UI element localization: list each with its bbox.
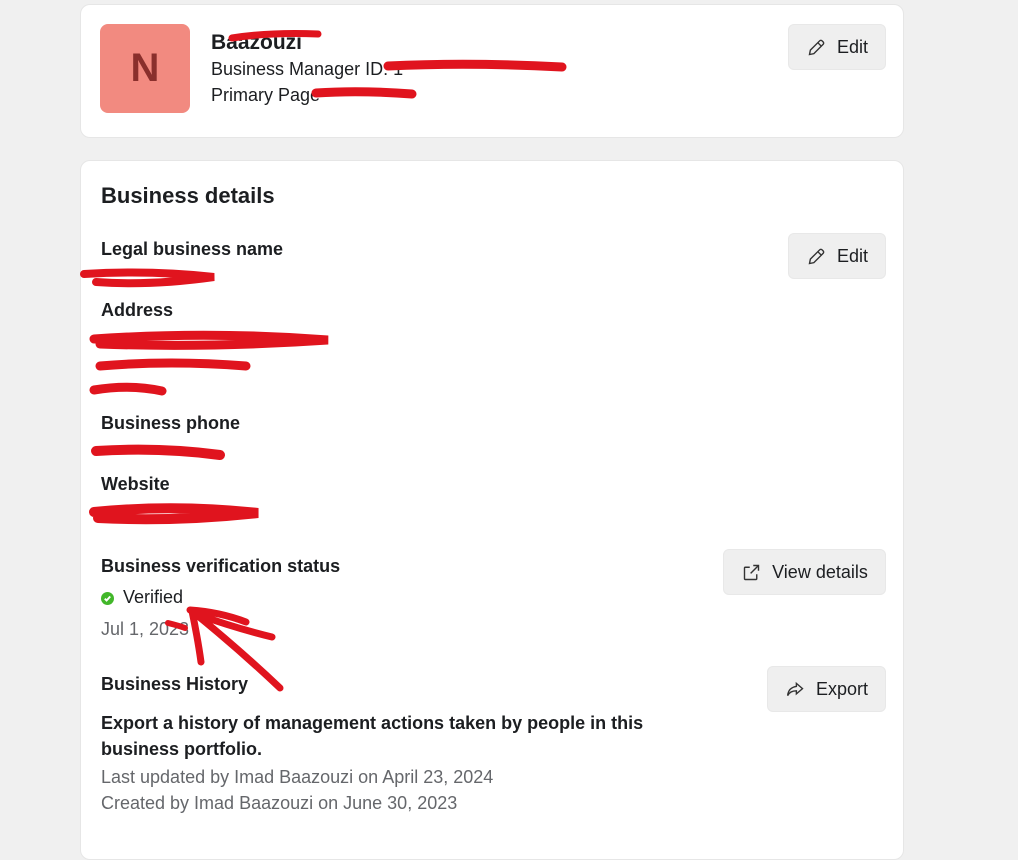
- verification-status: Verified: [123, 587, 184, 607]
- business-name: Baazouzi: [211, 31, 303, 54]
- verification-status-label: Business verification status: [101, 556, 341, 576]
- business-manager-id: Business Manager ID: 1: [211, 59, 404, 79]
- business-avatar: N: [100, 24, 190, 113]
- view-details-label: View details: [772, 561, 868, 582]
- business-profile-card: N Baazouzi Business Manager ID: 1 Primar…: [80, 4, 904, 138]
- created-text: Created by Imad Baazouzi on June 30, 202…: [101, 793, 458, 813]
- share-arrow-icon: [786, 681, 804, 696]
- section-heading: Business details: [101, 183, 275, 208]
- export-label: Export: [815, 678, 869, 699]
- primary-page: Primary Page: [211, 85, 321, 105]
- business-history-description: Export a history of management actions t…: [101, 713, 644, 759]
- legal-business-name-label: Legal business name: [101, 239, 284, 259]
- address-label: Address: [101, 300, 174, 320]
- pencil-icon: [808, 39, 825, 55]
- verification-date: Jul 1, 2023: [101, 619, 190, 639]
- verified-status-dot: [101, 592, 114, 605]
- business-details-card: Business details Edit Legal business nam…: [80, 160, 904, 860]
- last-updated-text: Last updated by Imad Baazouzi on April 2…: [101, 767, 494, 787]
- business-history-label: Business History: [101, 674, 249, 694]
- edit-profile-button[interactable]: Edit: [788, 24, 886, 70]
- external-link-icon: [743, 564, 760, 580]
- edit-label: Edit: [836, 36, 869, 57]
- website-label: Website: [101, 474, 170, 494]
- view-details-button[interactable]: View details: [723, 549, 886, 595]
- check-icon: [104, 595, 111, 602]
- edit-details-button[interactable]: Edit: [788, 233, 886, 279]
- avatar-initial: N: [130, 46, 160, 90]
- business-phone-label: Business phone: [101, 413, 241, 433]
- export-button[interactable]: Export: [767, 666, 886, 712]
- pencil-icon: [808, 248, 825, 264]
- edit-label: Edit: [836, 245, 869, 266]
